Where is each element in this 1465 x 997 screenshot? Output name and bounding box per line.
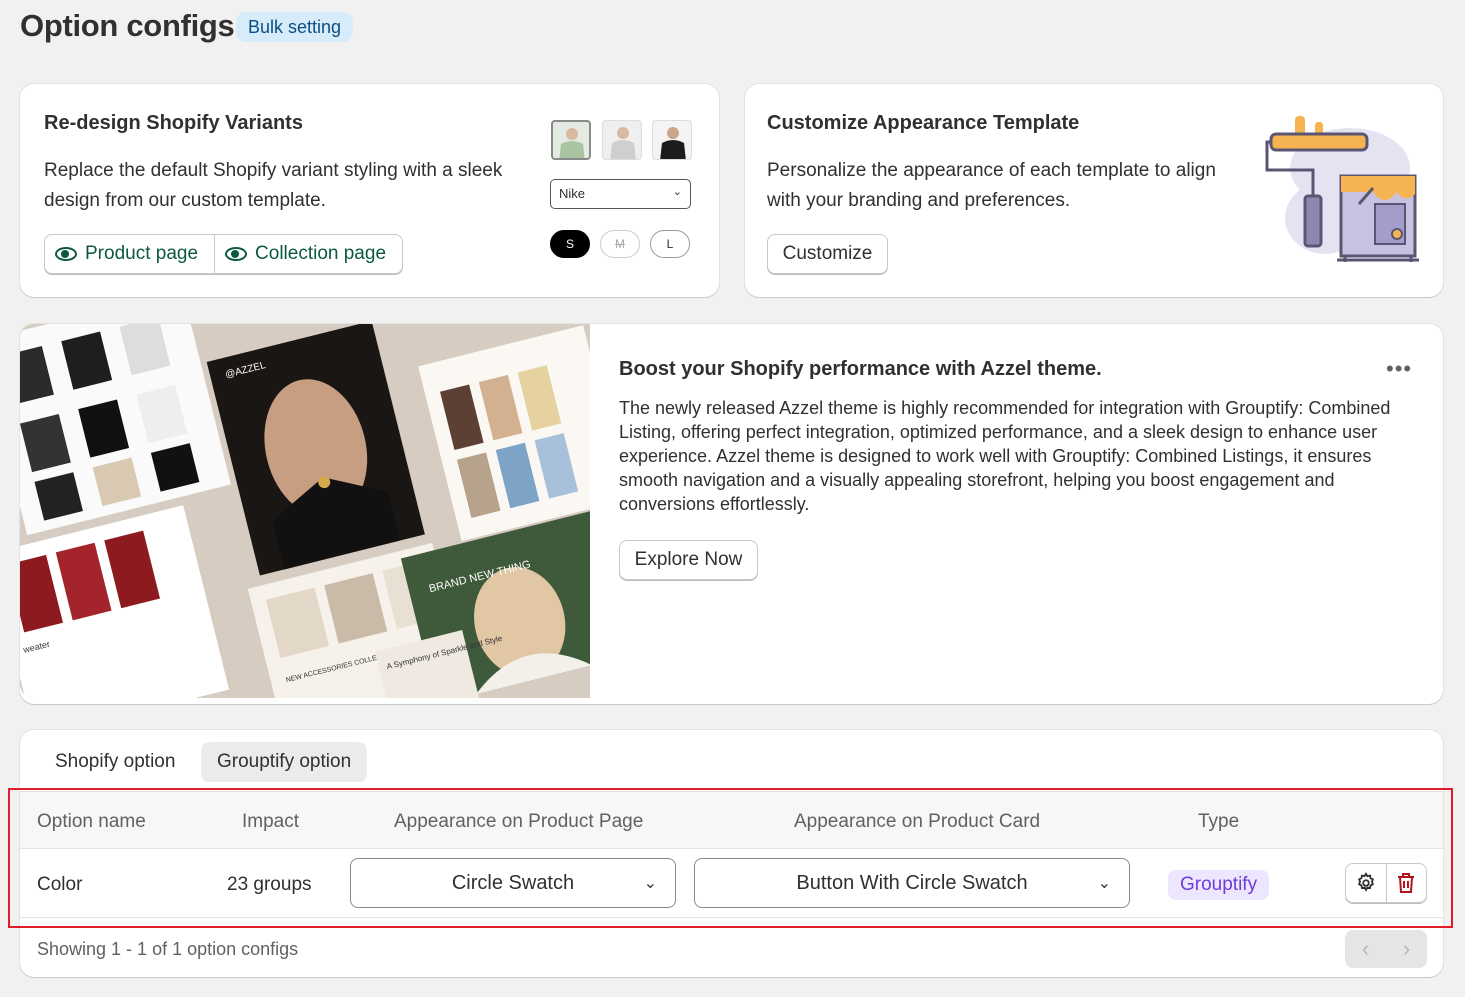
gear-icon [1357, 872, 1374, 892]
product-page-label: Product page [85, 243, 199, 264]
paint-roller-illustration [1265, 116, 1419, 262]
redesign-card-title: Re-design Shopify Variants [44, 112, 303, 134]
delete-button[interactable] [1385, 864, 1427, 902]
promo-description: The newly released Azzel theme is highly… [619, 398, 1391, 514]
variant-swatch-green [551, 120, 591, 160]
azzel-promo-card: @AZZEL NEW ACCESSORIES COLLECTIONS BRAND… [20, 324, 1443, 704]
settings-button[interactable] [1346, 864, 1386, 902]
row-actions [1345, 863, 1427, 903]
column-header-impact: Impact [242, 811, 300, 832]
column-header-product-page: Appearance on Product Page [394, 811, 644, 832]
next-page-icon[interactable]: › [1403, 936, 1410, 962]
variant-swatch-grey [602, 120, 642, 160]
customize-card-title: Customize Appearance Template [767, 112, 1080, 134]
impact-cell: 23 groups [227, 874, 312, 895]
column-header-product-card: Appearance on Product Card [794, 811, 1041, 832]
option-name-cell: Color [37, 874, 83, 895]
collection-page-label: Collection page [255, 243, 387, 264]
size-l-button: L [650, 230, 690, 258]
brand-select-preview: Nike ⌄ [550, 179, 691, 209]
redesign-variants-card: Re-design Shopify Variants Replace the d… [20, 84, 719, 297]
trash-icon [1398, 873, 1415, 893]
redesign-card-description: Replace the default Shopify variant styl… [44, 160, 503, 211]
product-page-button[interactable]: Product page [45, 235, 214, 273]
promo-title: Boost your Shopify performance with Azze… [619, 358, 1102, 380]
customize-template-card: Customize Appearance Template Personaliz… [745, 84, 1443, 297]
tab-grouptify-option[interactable]: Grouptify option [201, 742, 368, 782]
page-title: Option configs [20, 8, 235, 43]
type-badge: Grouptify [1168, 870, 1270, 900]
product-page-appearance-select[interactable]: Circle Swatch ⌄ [350, 858, 676, 908]
bulk-setting-badge[interactable]: Bulk setting [236, 12, 354, 42]
column-header-type: Type [1198, 811, 1240, 832]
brand-select-value: Nike [559, 186, 586, 201]
eye-icon [225, 247, 248, 261]
column-header-option-name: Option name [37, 811, 146, 832]
option-configs-table-card: Shopify option Grouptify option Option n… [20, 730, 1443, 977]
size-m-button: M [600, 230, 640, 258]
chevron-down-icon: ⌄ [1097, 875, 1111, 892]
azzel-theme-collage-image: @AZZEL NEW ACCESSORIES COLLECTIONS BRAND… [20, 324, 590, 698]
tab-shopify-option[interactable]: Shopify option [39, 742, 191, 782]
chevron-down-icon: ⌄ [672, 186, 682, 198]
explore-now-button[interactable]: Explore Now [619, 540, 758, 580]
chevron-down-icon: ⌄ [643, 875, 657, 892]
page-toggle-group: Product page Collection page [44, 234, 404, 274]
pagination-summary: Showing 1 - 1 of 1 option configs [37, 939, 299, 959]
customize-card-description: Personalize the appearance of each templ… [767, 160, 1216, 211]
product-card-appearance-value: Button With Circle Swatch [796, 871, 1028, 894]
pagination-controls: ‹ › [1345, 930, 1427, 968]
variant-swatch-black [652, 120, 692, 160]
customize-button[interactable]: Customize [767, 234, 888, 274]
product-page-appearance-value: Circle Swatch [451, 871, 575, 894]
eye-icon [55, 247, 77, 261]
product-card-appearance-select[interactable]: Button With Circle Swatch ⌄ [694, 858, 1130, 908]
collection-page-button[interactable]: Collection page [214, 235, 402, 273]
previous-page-icon[interactable]: ‹ [1362, 936, 1369, 962]
more-actions-icon[interactable]: ••• [1386, 356, 1412, 382]
size-s-button: S [550, 230, 590, 258]
